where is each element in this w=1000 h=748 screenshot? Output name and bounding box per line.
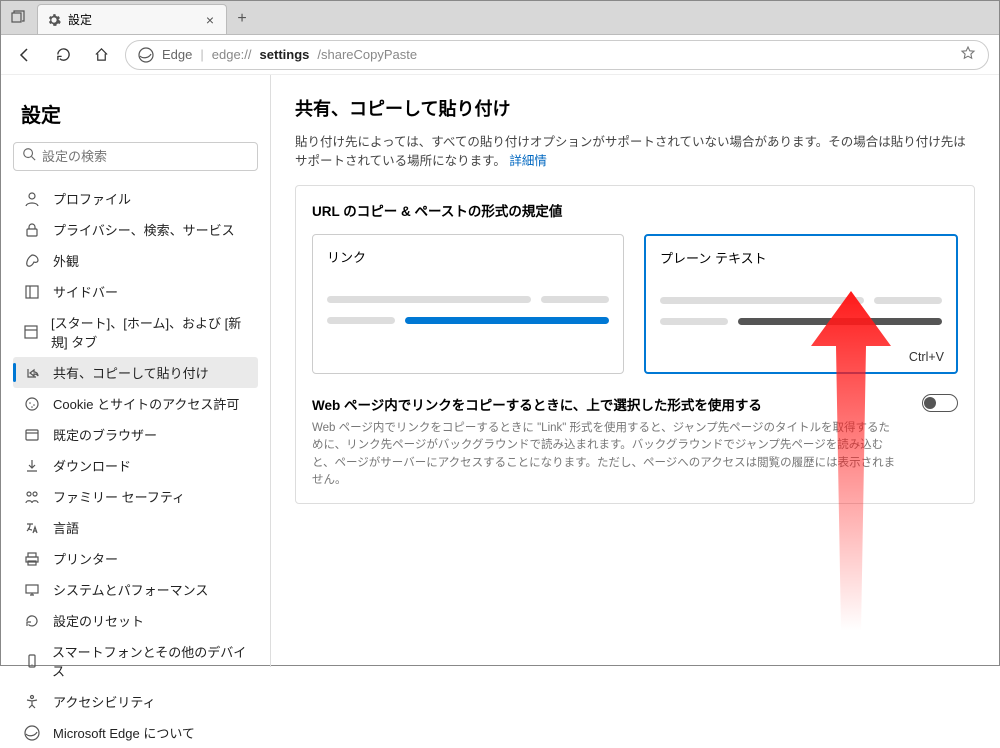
sidebar-item-label: Cookie とサイトのアクセス許可: [53, 394, 239, 413]
printer-icon: [23, 550, 41, 568]
url-host: settings: [260, 47, 310, 62]
sidebar-item-label: プロファイル: [53, 189, 131, 208]
sidebar-item-label: プライバシー、検索、サービス: [53, 220, 235, 239]
new-tab-button[interactable]: +: [227, 4, 257, 34]
tab-title: 設定: [68, 11, 196, 28]
sidebar-item-label: [スタート]、[ホーム]、および [新規] タブ: [51, 313, 248, 351]
share-icon: [23, 364, 41, 382]
sidebar-item-label: サイドバー: [53, 282, 118, 301]
format-card-link[interactable]: リンク: [312, 234, 624, 374]
settings-content: 共有、コピーして貼り付け 貼り付け先によっては、すべての貼り付けオプションがサポ…: [271, 75, 999, 667]
sidebar-item-label: Microsoft Edge について: [53, 723, 195, 742]
shortcut-label: Ctrl+V: [909, 350, 944, 364]
tab-bar: 設定 × +: [1, 1, 999, 35]
system-icon: [23, 581, 41, 599]
card-title: プレーン テキスト: [660, 248, 942, 267]
browser-label: Edge: [162, 47, 192, 62]
sidebar-item-browser[interactable]: 既定のブラウザー: [13, 419, 258, 450]
edge-logo-icon: [138, 47, 154, 63]
sidebar-item-language[interactable]: 言語: [13, 512, 258, 543]
settings-sidebar: 設定 プロファイルプライバシー、検索、サービス外観サイドバー [スタート]、[ホー…: [1, 75, 271, 667]
sidebar-heading: 設定: [21, 99, 258, 128]
sidebar-item-label: スマートフォンとその他のデバイス: [52, 642, 248, 680]
sidebar-item-label: システムとパフォーマンス: [53, 580, 208, 599]
format-section-title: URL のコピー & ペーストの形式の規定値: [312, 200, 958, 220]
sub-title: Web ページ内でリンクをコピーするときに、上で選択した形式を使用する: [312, 394, 958, 414]
download-icon: [23, 457, 41, 475]
sidebar-item-family[interactable]: ファミリー セーフティ: [13, 481, 258, 512]
page-title: 共有、コピーして貼り付け: [295, 95, 975, 121]
back-button[interactable]: [11, 41, 39, 69]
family-icon: [23, 488, 41, 506]
toggle-knob: [924, 397, 936, 409]
search-input[interactable]: [42, 149, 249, 164]
format-card-plaintext[interactable]: プレーン テキスト Ctrl+V: [644, 234, 958, 374]
toggle-switch[interactable]: [922, 394, 958, 412]
sidebar-item-system[interactable]: システムとパフォーマンス: [13, 574, 258, 605]
home-button[interactable]: [87, 41, 115, 69]
preview-bars: [660, 297, 942, 325]
sidebar-item-label: ダウンロード: [53, 456, 131, 475]
sidebar-item-label: 設定のリセット: [53, 611, 144, 630]
separator: |: [200, 47, 203, 62]
nav-list: プロファイルプライバシー、検索、サービス外観サイドバー [スタート]、[ホーム]、…: [13, 183, 258, 748]
window-tabs-icon[interactable]: [1, 0, 35, 34]
page-description: 貼り付け先によっては、すべての貼り付けオプションがサポートされていない場合があり…: [295, 131, 975, 169]
url-scheme: edge://: [212, 47, 252, 62]
sidebar-item-label: 言語: [53, 518, 79, 537]
sidebar-item-phone[interactable]: スマートフォンとその他のデバイス: [13, 636, 258, 686]
sidebar-item-label: 共有、コピーして貼り付け: [53, 363, 209, 382]
search-icon: [22, 147, 36, 166]
sidebar-item-printer[interactable]: プリンター: [13, 543, 258, 574]
browser-tab[interactable]: 設定 ×: [37, 4, 227, 34]
sidebar-item-label: 既定のブラウザー: [53, 425, 157, 444]
favorite-icon[interactable]: [960, 45, 976, 64]
sidebar-item-download[interactable]: ダウンロード: [13, 450, 258, 481]
sidebar-item-reset[interactable]: 設定のリセット: [13, 605, 258, 636]
sidebar-item-lock[interactable]: プライバシー、検索、サービス: [13, 214, 258, 245]
use-format-subsection: Web ページ内でリンクをコピーするときに、上で選択した形式を使用する Web …: [312, 394, 958, 489]
sidebar-item-label: ファミリー セーフティ: [53, 487, 185, 506]
cookie-icon: [23, 395, 41, 413]
sidebar-item-label: プリンター: [53, 549, 118, 568]
sidebar-item-cookie[interactable]: Cookie とサイトのアクセス許可: [13, 388, 258, 419]
sidebar-item-label: アクセシビリティ: [53, 692, 156, 711]
language-icon: [23, 519, 41, 537]
sidebar-icon: [23, 283, 41, 301]
sidebar-item-start[interactable]: [スタート]、[ホーム]、および [新規] タブ: [13, 307, 258, 357]
preview-bars: [327, 296, 609, 324]
sidebar-item-sidebar[interactable]: サイドバー: [13, 276, 258, 307]
address-bar[interactable]: Edge | edge:// settings/shareCopyPaste: [125, 40, 989, 70]
url-path: /shareCopyPaste: [317, 47, 417, 62]
settings-search[interactable]: [13, 142, 258, 171]
sidebar-item-share[interactable]: 共有、コピーして貼り付け: [13, 357, 258, 388]
sub-description: Web ページ内でリンクをコピーするときに "Link" 形式を使用すると、ジャ…: [312, 420, 958, 489]
format-section: URL のコピー & ペーストの形式の規定値 リンク プレーン テキスト Ctr: [295, 185, 975, 504]
card-title: リンク: [327, 247, 609, 266]
profile-icon: [23, 190, 41, 208]
browser-toolbar: Edge | edge:// settings/shareCopyPaste: [1, 35, 999, 75]
sidebar-item-about[interactable]: Microsoft Edge について: [13, 717, 258, 748]
phone-icon: [23, 652, 40, 670]
about-icon: [23, 724, 41, 742]
lock-icon: [23, 221, 41, 239]
gear-icon: [46, 12, 62, 28]
close-icon[interactable]: ×: [202, 12, 218, 28]
sidebar-item-label: 外観: [53, 251, 79, 270]
reset-icon: [23, 612, 41, 630]
start-icon: [23, 323, 39, 341]
refresh-button[interactable]: [49, 41, 77, 69]
accessibility-icon: [23, 693, 41, 711]
sidebar-item-appearance[interactable]: 外観: [13, 245, 258, 276]
appearance-icon: [23, 252, 41, 270]
details-link[interactable]: 詳細情: [509, 154, 547, 168]
browser-icon: [23, 426, 41, 444]
sidebar-item-profile[interactable]: プロファイル: [13, 183, 258, 214]
sidebar-item-accessibility[interactable]: アクセシビリティ: [13, 686, 258, 717]
